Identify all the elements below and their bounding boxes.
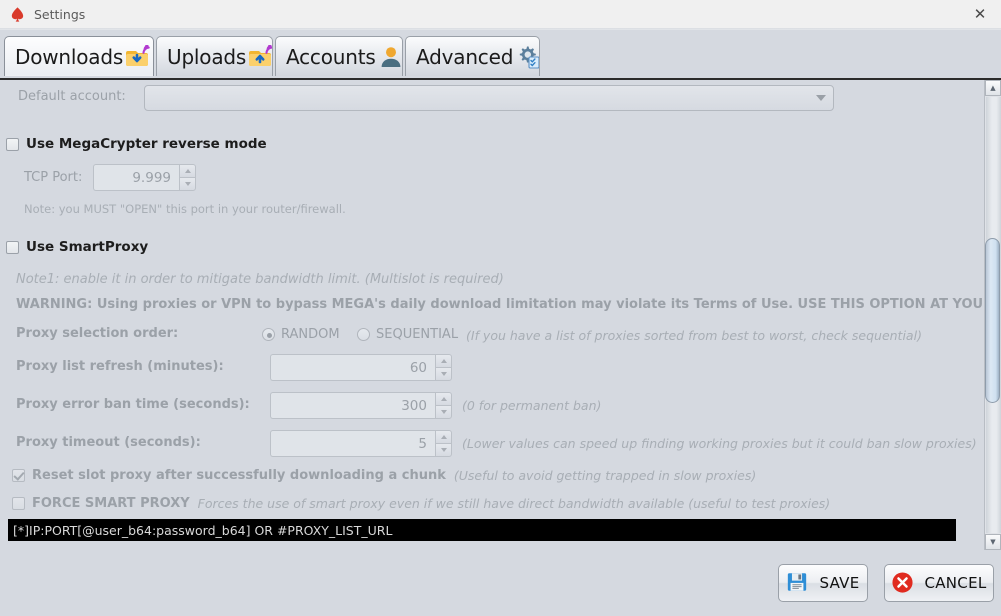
cancel-button-label: CANCEL [924, 574, 987, 592]
radio-sequential-label: SEQUENTIAL [376, 327, 459, 342]
smartproxy-label: Use SmartProxy [26, 239, 149, 255]
proxy-timeout-decrement[interactable] [435, 443, 452, 457]
tcp-port-row: TCP Port: [24, 170, 94, 185]
proxy-list-value: [*]IP:PORT[@user_b64:password_b64] OR #P… [13, 522, 393, 538]
scrollbar-thumb[interactable] [985, 238, 1000, 403]
tab-strip: Downloads Uploads Accounts Advanced [0, 30, 1001, 111]
proxy-ban-spin-buttons[interactable] [435, 392, 452, 419]
radio-random[interactable]: RANDOM [262, 327, 340, 342]
settings-window: Settings ✕ Downloads Uploads Accounts Ad… [0, 0, 1001, 616]
tcp-port-decrement[interactable] [179, 177, 196, 191]
default-account-combobox[interactable] [144, 85, 834, 111]
smartproxy-note1-row: Note1: enable it in order to mitigate ba… [16, 272, 504, 287]
vertical-scrollbar[interactable]: ▲ ▼ [984, 80, 1001, 550]
proxy-refresh-label: Proxy list refresh (minutes): [16, 359, 224, 374]
dialog-footer: SAVE CANCEL [0, 552, 1001, 616]
user-icon [379, 45, 402, 69]
proxy-refresh-row: Proxy list refresh (minutes): [16, 359, 224, 374]
smartproxy-checkbox[interactable] [6, 240, 19, 254]
force-smart-proxy-row[interactable]: FORCE SMART PROXY Forces the use of smar… [12, 496, 830, 511]
proxy-timeout-label: Proxy timeout (seconds): [16, 435, 201, 450]
proxy-timeout-input[interactable]: 5 [270, 430, 435, 457]
folder-upload-icon [249, 43, 272, 69]
proxy-ban-decrement[interactable] [435, 405, 452, 419]
settings-content-panel: Default account: Use MegaCrypter reverse… [0, 78, 1001, 552]
tab-accounts-label: Accounts [286, 44, 376, 69]
radio-random-label: RANDOM [281, 327, 340, 342]
window-title: Settings [34, 6, 86, 22]
proxy-selection-hint: (If you have a list of proxies sorted fr… [466, 328, 922, 343]
reset-slot-proxy-hint: (Useful to avoid getting trapped in slow… [453, 468, 757, 483]
scrollbar-down-arrow-icon[interactable]: ▼ [985, 534, 1001, 550]
title-bar: Settings ✕ [0, 0, 1001, 28]
proxy-timeout-hint: (Lower values can speed up finding worki… [462, 436, 977, 451]
tab-uploads-label: Uploads [167, 44, 247, 69]
tcp-port-input[interactable]: 9.999 [93, 164, 179, 191]
smartproxy-note1: Note1: enable it in order to mitigate ba… [16, 272, 504, 287]
spade-icon [8, 5, 26, 23]
proxy-refresh-increment[interactable] [435, 354, 452, 367]
tcp-port-increment[interactable] [179, 164, 196, 177]
radio-sequential[interactable]: SEQUENTIAL [357, 327, 458, 342]
proxy-refresh-stepper[interactable]: 60 [270, 354, 452, 381]
force-smart-proxy-label: FORCE SMART PROXY [32, 496, 190, 511]
scrollbar-up-arrow-icon[interactable]: ▲ [985, 80, 1001, 96]
proxy-timeout-stepper[interactable]: 5 [270, 430, 452, 457]
red-x-circle-icon [891, 571, 915, 595]
save-button-label: SAVE [819, 574, 860, 592]
tab-downloads[interactable]: Downloads [4, 36, 154, 76]
chevron-down-icon [816, 95, 826, 101]
radio-random-control[interactable] [262, 328, 275, 341]
smartproxy-checkbox-row[interactable]: Use SmartProxy [6, 239, 148, 255]
downloads-settings-form: Default account: Use MegaCrypter reverse… [0, 82, 1001, 552]
proxy-timeout-increment[interactable] [435, 430, 452, 443]
tab-advanced[interactable]: Advanced [405, 36, 540, 76]
proxy-list-textarea[interactable]: [*]IP:PORT[@user_b64:password_b64] OR #P… [8, 519, 956, 541]
folder-download-icon [126, 43, 152, 69]
proxy-selection-hint-row: (If you have a list of proxies sorted fr… [466, 328, 922, 343]
tab-uploads[interactable]: Uploads [156, 36, 273, 76]
tab-accounts[interactable]: Accounts [275, 36, 403, 76]
proxy-refresh-spin-buttons[interactable] [435, 354, 452, 381]
reset-slot-proxy-label: Reset slot proxy after successfully down… [32, 468, 446, 483]
megacrypter-checkbox[interactable] [6, 137, 19, 151]
force-smart-proxy-hint: Forces the use of smart proxy even if we… [197, 496, 831, 511]
proxy-selection-order-label: Proxy selection order: [16, 326, 179, 341]
tab-downloads-label: Downloads [15, 44, 124, 69]
radio-sequential-control[interactable] [357, 328, 370, 341]
save-button[interactable]: SAVE [778, 564, 868, 602]
cancel-button[interactable]: CANCEL [884, 564, 994, 602]
proxy-refresh-decrement[interactable] [435, 367, 452, 381]
reset-slot-proxy-row[interactable]: Reset slot proxy after successfully down… [12, 468, 756, 483]
smartproxy-warning-row: WARNING: Using proxies or VPN to bypass … [16, 297, 1001, 312]
proxy-refresh-input[interactable]: 60 [270, 354, 435, 381]
floppy-disk-icon [786, 571, 810, 595]
smartproxy-warning: WARNING: Using proxies or VPN to bypass … [16, 297, 1001, 312]
tcp-port-label: TCP Port: [24, 170, 83, 185]
proxy-ban-increment[interactable] [435, 392, 452, 405]
proxy-ban-hint-row: (0 for permanent ban) [462, 398, 601, 413]
proxy-timeout-hint-row: (Lower values can speed up finding worki… [462, 436, 977, 451]
reset-slot-proxy-checkbox[interactable] [12, 469, 25, 482]
tcp-port-spin-buttons[interactable] [179, 164, 196, 191]
proxy-ban-row: Proxy error ban time (seconds): [16, 397, 250, 412]
force-smart-proxy-checkbox[interactable] [12, 497, 25, 510]
proxy-ban-label: Proxy error ban time (seconds): [16, 397, 250, 412]
proxy-ban-hint: (0 for permanent ban) [462, 398, 602, 413]
tab-advanced-label: Advanced [416, 44, 514, 69]
tcp-port-note-row: Note: you MUST "OPEN" this port in your … [24, 202, 346, 216]
megacrypter-label: Use MegaCrypter reverse mode [26, 136, 267, 152]
tcp-port-stepper[interactable]: 9.999 [93, 164, 196, 191]
proxy-ban-stepper[interactable]: 300 [270, 392, 452, 419]
gear-checklist-icon [516, 45, 539, 69]
proxy-ban-input[interactable]: 300 [270, 392, 435, 419]
close-icon[interactable]: ✕ [959, 0, 1001, 28]
default-account-label: Default account: [18, 89, 126, 104]
proxy-selection-order-row: Proxy selection order: [16, 326, 178, 341]
proxy-timeout-row: Proxy timeout (seconds): [16, 435, 201, 450]
tcp-port-note: Note: you MUST "OPEN" this port in your … [24, 202, 346, 216]
megacrypter-checkbox-row[interactable]: Use MegaCrypter reverse mode [6, 136, 267, 152]
proxy-timeout-spin-buttons[interactable] [435, 430, 452, 457]
